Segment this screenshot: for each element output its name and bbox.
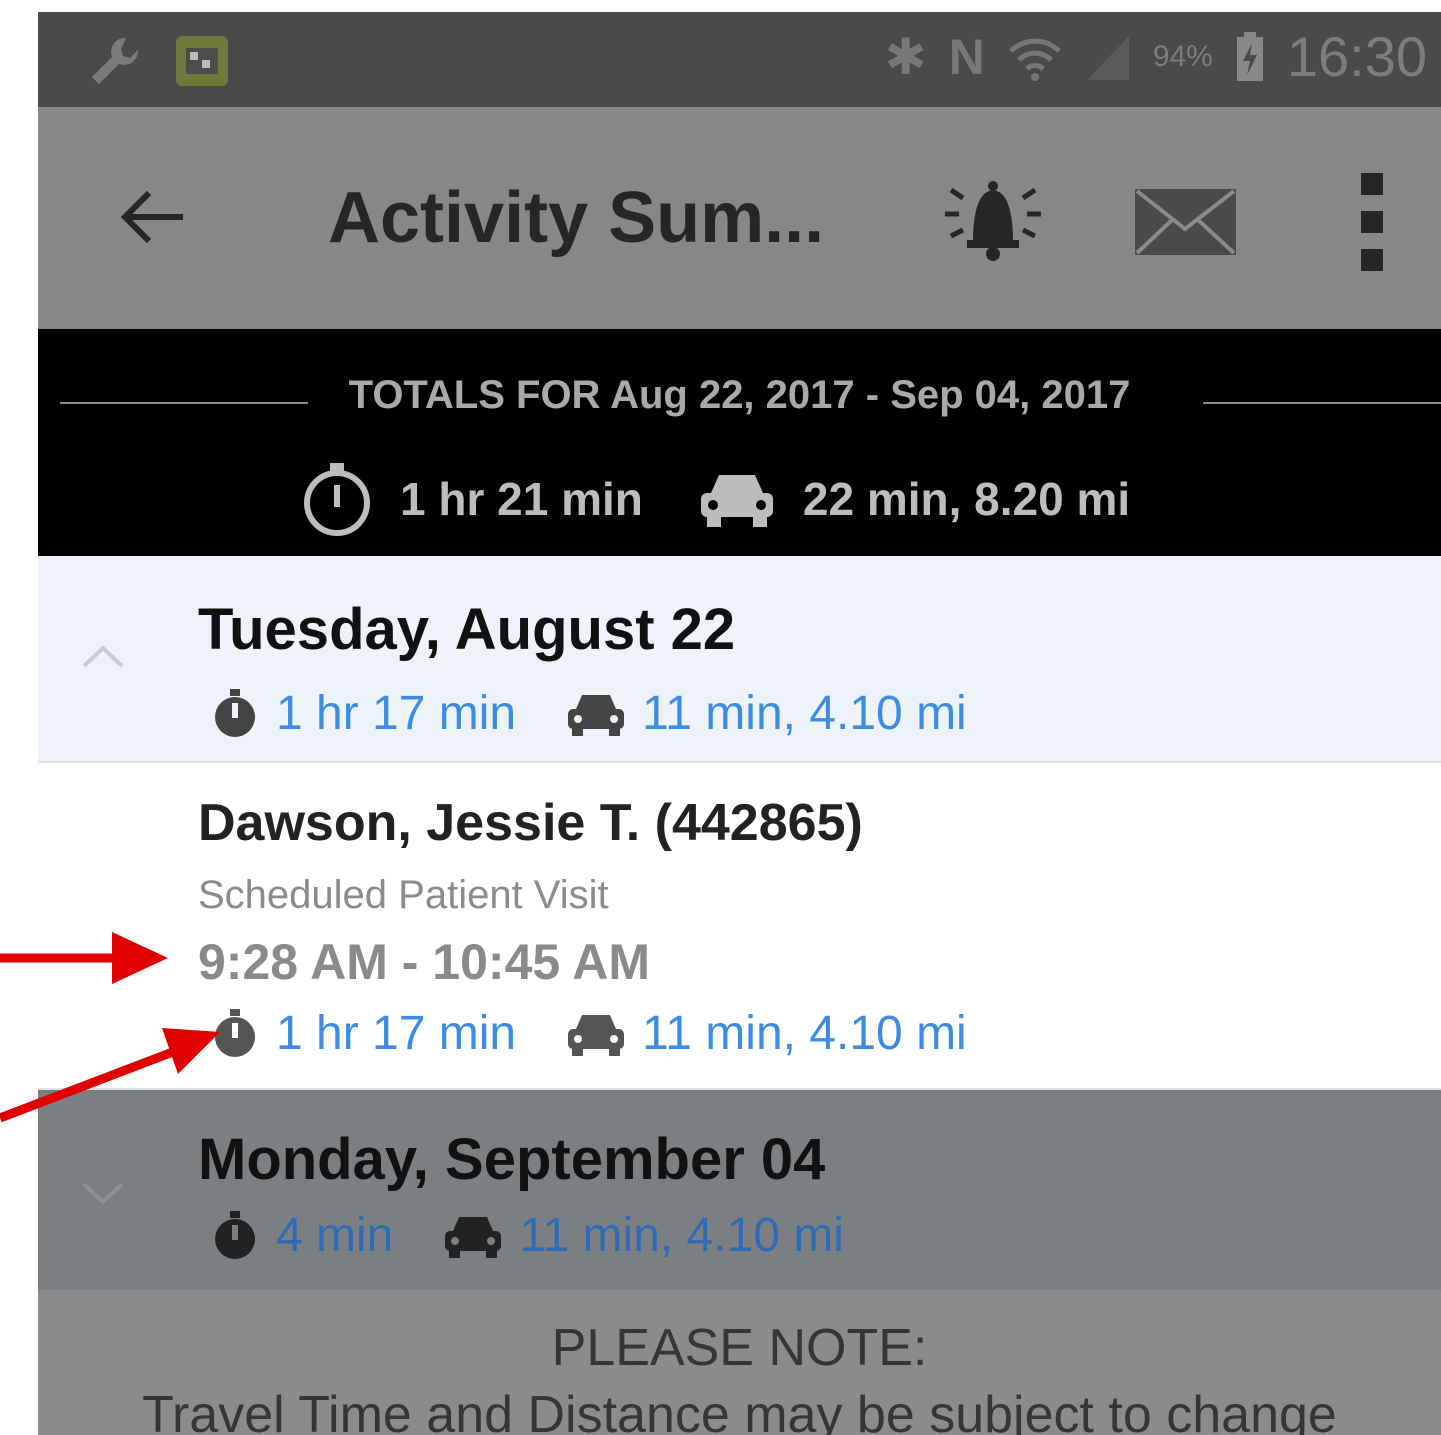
visit-time: 1 hr 17 min: [276, 1007, 517, 1060]
mail-icon[interactable]: [1133, 187, 1238, 257]
bluetooth-icon: ✱: [884, 28, 927, 85]
bell-alert-icon[interactable]: [933, 162, 1053, 272]
page-title: Activity Sum...: [328, 178, 825, 258]
chevron-down-icon[interactable]: [80, 1180, 126, 1208]
wrench-icon: [92, 37, 139, 84]
car-icon: [445, 1216, 502, 1258]
car-icon: [568, 694, 625, 736]
phone-screen: ✱ N 94% 16:30 Activity Sum... TOTALS FOR…: [38, 12, 1441, 1435]
signal-icon: [1086, 35, 1129, 80]
day-time: 1 hr 17 min: [276, 687, 517, 740]
totals-heading: TOTALS FOR Aug 22, 2017 - Sep 04, 2017: [348, 373, 1131, 417]
battery-percent: 94%: [1152, 39, 1213, 73]
stopwatch-icon: [215, 1210, 255, 1259]
visit-type: Scheduled Patient Visit: [198, 873, 609, 917]
status-bar: ✱ N 94% 16:30: [38, 12, 1441, 107]
day-header-aug-22[interactable]: Tuesday, August 22 1 hr 17 min 11 min, 4…: [38, 556, 1441, 763]
patient-name: Dawson, Jessie T. (442865): [198, 794, 863, 852]
action-bar: Activity Sum...: [38, 107, 1441, 329]
app-thumbnail-icon: [176, 36, 228, 86]
note-body: Travel Time and Distance may be subject …: [142, 1386, 1337, 1435]
back-arrow-icon[interactable]: [113, 177, 193, 257]
day-travel: 11 min, 4.10 mi: [642, 687, 967, 740]
chevron-up-icon[interactable]: [80, 642, 126, 670]
stopwatch-icon: [215, 688, 255, 737]
totals-time: 1 hr 21 min: [400, 473, 643, 525]
car-icon: [700, 475, 773, 527]
stopwatch-icon: [215, 1008, 255, 1057]
visit-time-range: 9:28 AM - 10:45 AM: [198, 934, 650, 990]
wifi-icon: [1009, 38, 1061, 81]
note-heading: PLEASE NOTE:: [551, 1319, 928, 1377]
stopwatch-icon: [304, 463, 370, 536]
day-travel: 11 min, 4.10 mi: [519, 1209, 844, 1262]
totals-summary: TOTALS FOR Aug 22, 2017 - Sep 04, 2017 1…: [38, 329, 1441, 556]
overflow-menu-icon[interactable]: [1358, 167, 1388, 277]
visit-item[interactable]: Dawson, Jessie T. (442865) Scheduled Pat…: [38, 763, 1441, 1090]
clock: 16:30: [1286, 25, 1427, 88]
visit-travel: 11 min, 4.10 mi: [642, 1007, 967, 1060]
day-title: Tuesday, August 22: [198, 597, 736, 662]
totals-travel: 22 min, 8.20 mi: [802, 473, 1131, 525]
nfc-icon: N: [948, 28, 985, 85]
day-time: 4 min: [276, 1209, 394, 1262]
disclaimer-note: PLEASE NOTE: Travel Time and Distance ma…: [38, 1290, 1441, 1435]
day-title: Monday, September 04: [198, 1127, 826, 1192]
car-icon: [568, 1014, 625, 1056]
day-header-sep-04[interactable]: Monday, September 04 4 min 11 min, 4.10 …: [38, 1090, 1441, 1290]
battery-charging-icon: [1236, 31, 1263, 81]
